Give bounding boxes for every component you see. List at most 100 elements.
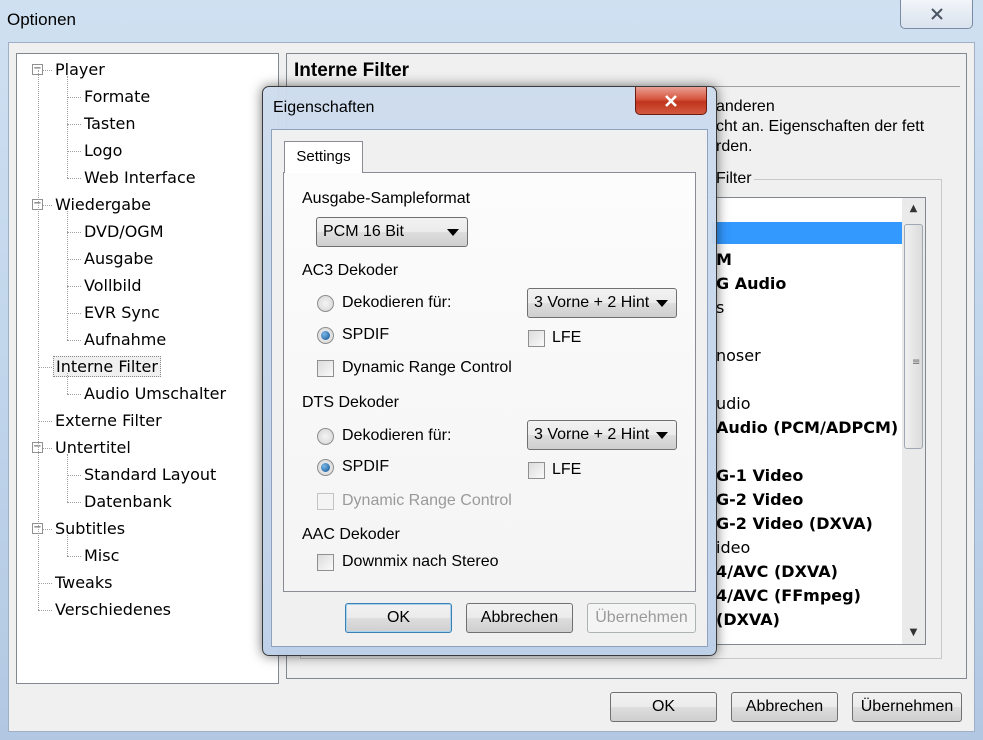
dialog-apply-button[interactable]: Übernehmen xyxy=(587,603,696,633)
tree-item[interactable]: Tasten xyxy=(82,113,138,135)
ok-button[interactable]: OK xyxy=(610,692,717,722)
filter-list-item[interactable]: noser xyxy=(716,344,761,368)
ac3-drc-checkbox[interactable] xyxy=(317,360,334,377)
chevron-down-icon xyxy=(447,229,459,236)
tree-item-label: Subtitles xyxy=(55,519,126,538)
filter-list-item[interactable]: (DXVA) xyxy=(716,608,780,632)
description-line: anderen xyxy=(716,98,775,115)
dts-spdif-radio[interactable] xyxy=(317,459,334,476)
tree-connector xyxy=(67,286,81,287)
scroll-down-icon[interactable]: ▼ xyxy=(902,622,925,644)
dialog-close-button[interactable] xyxy=(635,87,707,115)
dts-decode-radio[interactable] xyxy=(317,428,334,445)
close-icon xyxy=(665,94,677,107)
filter-list-scrollbar[interactable]: ▲ ≡ ▼ xyxy=(902,198,925,644)
tree-connector xyxy=(67,259,81,260)
ac3-spdif-label: SPDIF xyxy=(342,326,390,343)
tree-item[interactable]: Misc xyxy=(82,545,121,567)
tree-item-label: Logo xyxy=(84,141,123,160)
ac3-channels-select[interactable]: 3 Vorne + 2 Hint xyxy=(527,288,677,318)
tree-item[interactable]: Aufnahme xyxy=(82,329,168,351)
tree-item[interactable]: Untertitel xyxy=(53,437,133,459)
tree-item[interactable]: Subtitles xyxy=(53,518,127,540)
filter-list-item[interactable]: udio xyxy=(716,392,751,416)
tree-item[interactable]: Formate xyxy=(82,86,152,108)
filter-group-label: Filter xyxy=(714,170,754,188)
tree-item-label: Audio Umschalter xyxy=(84,384,227,403)
window-close-button[interactable] xyxy=(900,0,973,29)
ac3-lfe-checkbox[interactable] xyxy=(528,330,545,347)
scrollbar-thumb[interactable]: ≡ xyxy=(904,224,923,449)
dts-channels-select[interactable]: 3 Vorne + 2 Hint xyxy=(527,420,677,450)
tree-item-label: Interne Filter xyxy=(53,356,161,377)
tree-item[interactable]: Ausgabe xyxy=(82,248,155,270)
tree-item-label: EVR Sync xyxy=(84,303,160,322)
tree-item-label: Untertitel xyxy=(55,438,131,457)
dts-lfe-checkbox[interactable] xyxy=(528,462,545,479)
filter-list-item[interactable]: G Audio xyxy=(716,272,786,296)
tree-item[interactable]: Externe Filter xyxy=(53,410,164,432)
tree-item[interactable]: Audio Umschalter xyxy=(82,383,228,405)
tree-item[interactable]: Standard Layout xyxy=(82,464,218,486)
tree-item-label: Vollbild xyxy=(84,276,142,295)
tree-item-label: Wiedergabe xyxy=(55,195,152,214)
tree-item-label: Verschiedenes xyxy=(55,600,172,619)
dts-drc-checkbox[interactable] xyxy=(317,493,334,510)
filter-list-item[interactable]: G-1 Video xyxy=(716,464,803,488)
aac-section-title: AAC Dekoder xyxy=(302,526,400,543)
apply-button[interactable]: Übernehmen xyxy=(852,692,962,722)
tree-item[interactable]: Tweaks xyxy=(53,572,114,594)
filter-list-item[interactable]: G-2 Video (DXVA) xyxy=(716,512,873,536)
tree-item[interactable]: Logo xyxy=(82,140,124,162)
close-icon xyxy=(930,8,943,20)
tree-item[interactable]: Player xyxy=(53,59,107,81)
ac3-decode-radio[interactable] xyxy=(317,295,334,312)
filter-list-item[interactable]: Audio (PCM/ADPCM) xyxy=(716,416,898,440)
ac3-channels-value: 3 Vorne + 2 Hint xyxy=(534,294,650,311)
filter-list-item[interactable]: M xyxy=(716,248,732,272)
ac3-spdif-radio[interactable] xyxy=(317,327,334,344)
chevron-down-icon xyxy=(656,432,668,439)
scroll-up-icon[interactable]: ▲ xyxy=(902,198,925,220)
filter-list-item[interactable]: s xyxy=(716,296,724,320)
tree-item[interactable]: Web Interface xyxy=(82,167,198,189)
filter-list-item[interactable]: ideo xyxy=(716,536,750,560)
cancel-button[interactable]: Abbrechen xyxy=(731,692,838,722)
tree-item[interactable]: Datenbank xyxy=(82,491,174,513)
grip-icon: ≡ xyxy=(912,357,921,368)
tree-connector xyxy=(67,373,68,394)
tree-item[interactable]: EVR Sync xyxy=(82,302,162,324)
tree-item-label: Formate xyxy=(84,87,151,106)
filter-list-item[interactable]: G-2 Video xyxy=(716,488,803,512)
ac3-lfe-label: LFE xyxy=(552,329,582,346)
tree-item[interactable]: Interne Filter xyxy=(53,356,161,378)
filter-list-item[interactable]: 4/AVC (DXVA) xyxy=(716,560,838,584)
ac3-decode-label: Dekodieren für: xyxy=(342,294,452,311)
ac3-drc-label: Dynamic Range Control xyxy=(342,359,512,376)
tree-item[interactable]: DVD/OGM xyxy=(82,221,166,243)
tree-connector xyxy=(38,70,39,610)
aac-downmix-checkbox[interactable] xyxy=(317,554,334,571)
tree-connector xyxy=(67,313,81,314)
filter-list-item[interactable]: 4/AVC (FFmpeg) xyxy=(716,584,861,608)
tree-connector xyxy=(38,583,52,584)
sample-format-select[interactable]: PCM 16 Bit xyxy=(316,217,468,247)
tree-item-label: Standard Layout xyxy=(84,465,217,484)
aac-downmix-label: Downmix nach Stereo xyxy=(342,553,499,570)
tree-item-label: Player xyxy=(55,60,105,79)
tree-item[interactable]: Wiedergabe xyxy=(53,194,153,216)
tree-item-label: Misc xyxy=(84,546,120,565)
ac3-section-title: AC3 Dekoder xyxy=(302,262,399,279)
tree-item[interactable]: Verschiedenes xyxy=(53,599,173,621)
tree-connector xyxy=(67,151,81,152)
page-title: Interne Filter xyxy=(294,60,410,81)
tree-item[interactable]: Vollbild xyxy=(82,275,144,297)
tab-settings[interactable]: Settings xyxy=(284,141,363,173)
dialog-cancel-button[interactable]: Abbrechen xyxy=(466,603,573,633)
tree-connector xyxy=(38,610,52,611)
dialog-title: Eigenschaften xyxy=(273,99,375,116)
description-line: cht an. Eigenschaften der fett xyxy=(716,118,925,135)
dialog-ok-button[interactable]: OK xyxy=(345,603,452,633)
sample-format-label: Ausgabe-Sampleformat xyxy=(302,190,471,207)
tree-item-label: Web Interface xyxy=(84,168,196,187)
